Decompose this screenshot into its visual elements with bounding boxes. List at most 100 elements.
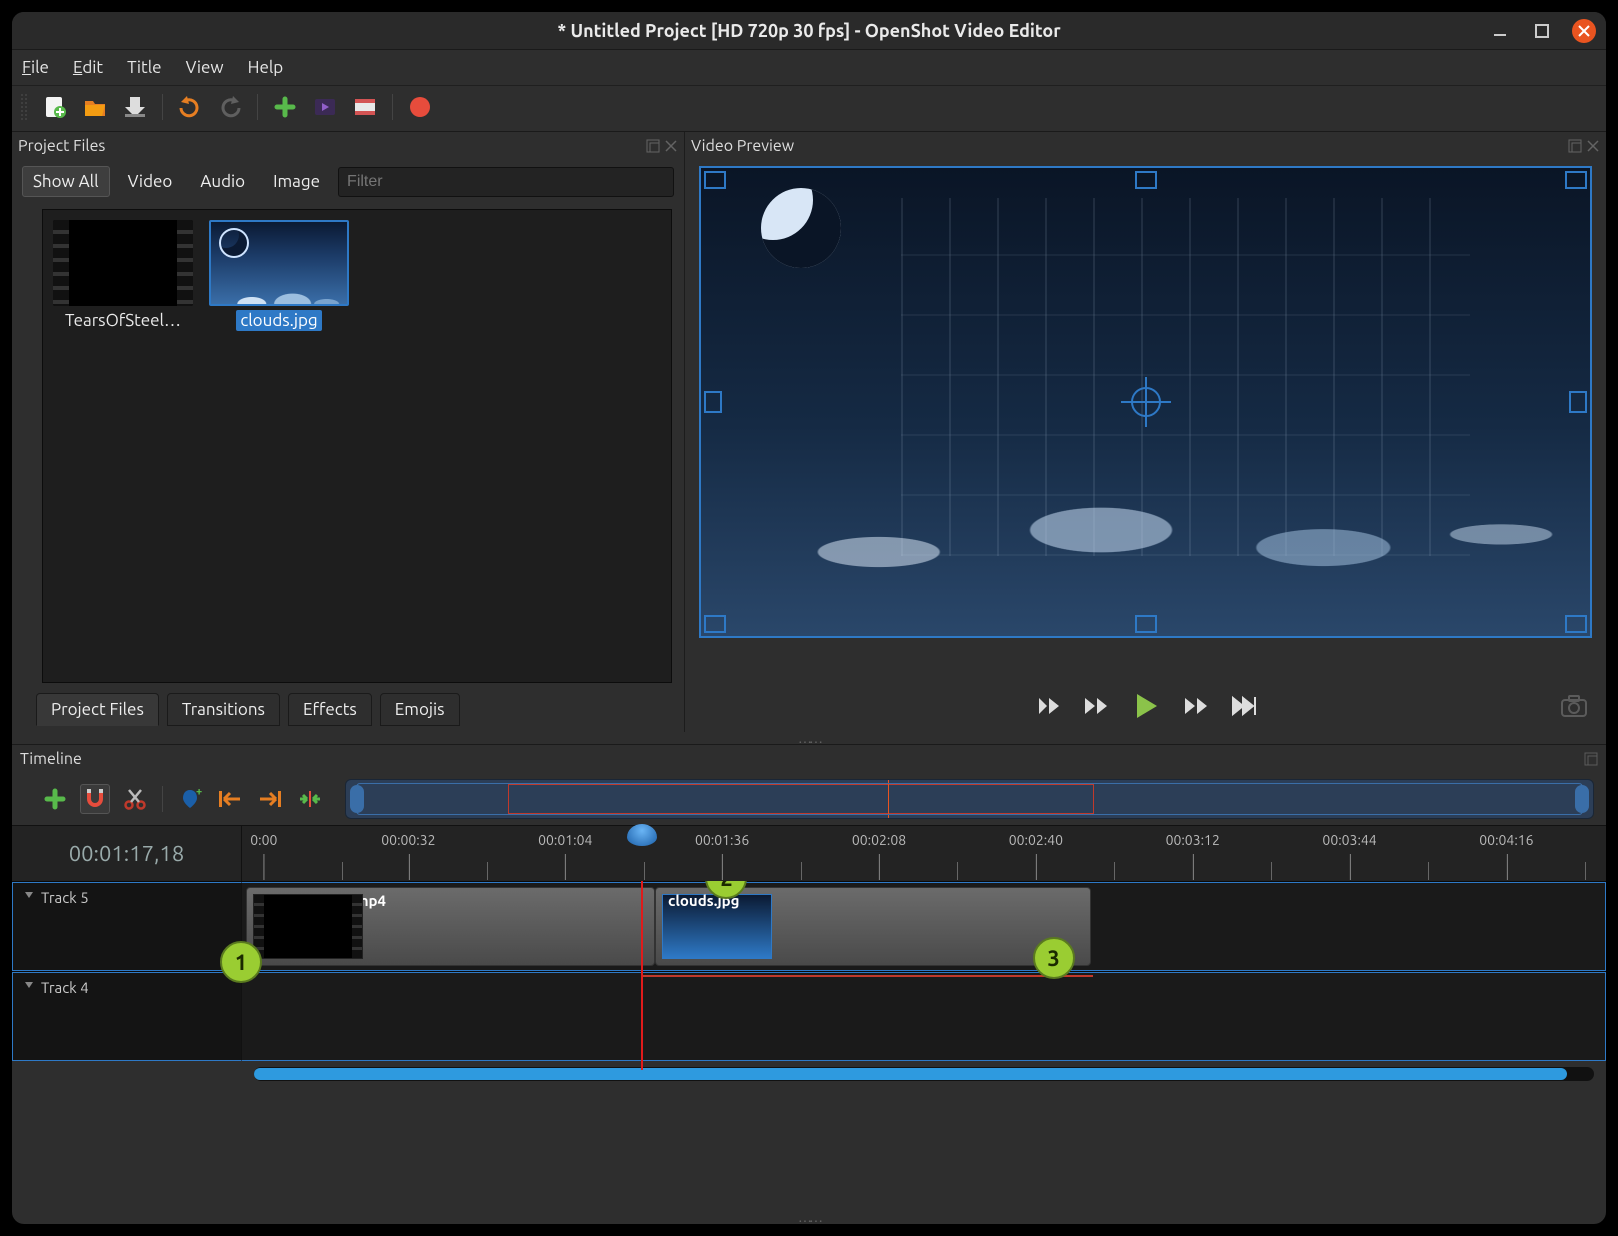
ruler-tick: 00:00:32 <box>381 832 435 848</box>
fullscreen-icon[interactable] <box>350 92 380 122</box>
snapshot-button[interactable] <box>1560 694 1588 718</box>
rewind-button[interactable] <box>1083 695 1109 717</box>
ruler-tick: 00:04:16 <box>1479 832 1533 848</box>
add-marker-icon[interactable]: + <box>175 784 205 814</box>
transform-handle[interactable] <box>1565 615 1587 633</box>
profile-icon[interactable] <box>310 92 340 122</box>
tab-project-files[interactable]: Project Files <box>36 693 159 726</box>
horizontal-splitter[interactable] <box>12 732 1606 744</box>
timeline-toolbar: + <box>12 773 1606 825</box>
transform-handle[interactable] <box>1135 171 1157 189</box>
razor-tool-icon[interactable] <box>120 784 150 814</box>
fast-forward-button[interactable] <box>1183 695 1209 717</box>
preview-canvas[interactable] <box>699 166 1592 638</box>
tab-transitions[interactable]: Transitions <box>167 693 280 726</box>
undo-icon[interactable] <box>175 92 205 122</box>
project-file-item[interactable]: TearsOfSteel… <box>53 220 193 331</box>
toolbar-grip[interactable] <box>20 93 28 121</box>
track-header[interactable]: Track 4 <box>12 972 242 1061</box>
play-button[interactable] <box>1131 691 1161 721</box>
menu-title[interactable]: Title <box>127 58 161 77</box>
filter-video-button[interactable]: Video <box>118 167 183 196</box>
project-files-title: Project Files <box>18 137 105 155</box>
annotation-callout: 3 <box>1033 937 1075 979</box>
menu-edit[interactable]: Edit <box>73 58 103 77</box>
track-row: Track 4 <box>12 971 1606 1061</box>
close-button[interactable] <box>1572 19 1596 43</box>
video-preview-header: Video Preview <box>685 132 1606 160</box>
snap-toggle-icon[interactable] <box>80 784 110 814</box>
left-panel-tabs: Project Files Transitions Effects Emojis <box>12 689 684 732</box>
close-panel-icon[interactable] <box>1586 139 1600 153</box>
new-project-icon[interactable] <box>40 92 70 122</box>
track-name-label: Track 5 <box>41 889 89 906</box>
open-project-icon[interactable] <box>80 92 110 122</box>
maximize-button[interactable] <box>1530 19 1554 43</box>
track-header[interactable]: Track 5 <box>12 882 242 971</box>
transform-center-icon[interactable] <box>1121 377 1171 427</box>
tab-emojis[interactable]: Emojis <box>380 693 460 726</box>
menu-view[interactable]: View <box>186 58 224 77</box>
center-playhead-icon[interactable] <box>295 784 325 814</box>
video-thumbnail-icon <box>53 220 193 306</box>
timeline-overview[interactable] <box>345 779 1594 819</box>
ruler-tick: 00:02:40 <box>1009 832 1063 848</box>
timeline-ruler[interactable]: 0:0000:00:3200:01:0400:01:3600:02:0800:0… <box>242 826 1606 881</box>
menu-help[interactable]: Help <box>248 58 284 77</box>
timeline-ruler-row: 00:01:17,18 0:0000:00:3200:01:0400:01:36… <box>12 825 1606 881</box>
previous-marker-icon[interactable] <box>215 784 245 814</box>
horizontal-splitter[interactable] <box>12 1210 1606 1224</box>
transform-handle[interactable] <box>1135 615 1157 633</box>
panel-header-icons <box>1568 139 1600 153</box>
jump-start-button[interactable] <box>1035 695 1061 717</box>
toolbar-separator <box>162 786 163 812</box>
detach-panel-icon[interactable] <box>1584 752 1598 766</box>
timeline-horizontal-scrollbar[interactable] <box>254 1067 1594 1081</box>
timeline-header: Timeline <box>12 745 1606 773</box>
overview-viewport[interactable] <box>356 783 1583 815</box>
transform-handle[interactable] <box>1565 171 1587 189</box>
ruler-tick: 00:03:12 <box>1166 832 1220 848</box>
tab-effects[interactable]: Effects <box>288 693 372 726</box>
collapse-track-icon[interactable] <box>23 889 35 901</box>
menubar: File Edit Title View Help <box>12 50 1606 86</box>
clip-thumbnail-icon <box>253 894 363 959</box>
project-files-area[interactable]: TearsOfSteel… clouds.jpg <box>42 209 672 683</box>
track-row: Track 5 TearsOfSteel.mp4 clouds.jpg 1 2 … <box>12 881 1606 971</box>
save-project-icon[interactable] <box>120 92 150 122</box>
annotation-callout: 1 <box>220 941 262 983</box>
jump-end-button[interactable] <box>1231 695 1257 717</box>
transform-handle[interactable] <box>704 391 722 413</box>
detach-panel-icon[interactable] <box>646 139 660 153</box>
detach-panel-icon[interactable] <box>1568 139 1582 153</box>
transform-handle[interactable] <box>1569 391 1587 413</box>
ruler-tick: 0:00 <box>250 832 277 848</box>
redo-icon[interactable] <box>215 92 245 122</box>
timeline-tracks: Track 5 TearsOfSteel.mp4 clouds.jpg 1 2 … <box>12 881 1606 1210</box>
scrollbar-thumb[interactable] <box>254 1068 1567 1080</box>
filter-input[interactable] <box>338 167 674 197</box>
project-file-item[interactable]: clouds.jpg <box>209 220 349 331</box>
export-video-icon[interactable] <box>405 92 435 122</box>
timeline-clip[interactable]: TearsOfSteel.mp4 <box>246 887 655 966</box>
next-marker-icon[interactable] <box>255 784 285 814</box>
project-files-panel: Project Files Show All Video Audio Image <box>12 132 684 732</box>
timeline-clip[interactable]: clouds.jpg <box>655 887 1091 966</box>
filter-image-button[interactable]: Image <box>263 167 330 196</box>
timeline-timecode[interactable]: 00:01:17,18 <box>12 826 242 881</box>
playhead-icon[interactable] <box>627 824 657 846</box>
collapse-track-icon[interactable] <box>23 979 35 991</box>
close-panel-icon[interactable] <box>664 139 678 153</box>
transform-handle[interactable] <box>704 615 726 633</box>
filter-show-all-button[interactable]: Show All <box>22 166 110 197</box>
transform-handle[interactable] <box>704 171 726 189</box>
track-lane[interactable] <box>242 972 1606 1061</box>
import-files-icon[interactable] <box>270 92 300 122</box>
menu-file[interactable]: File <box>22 58 49 77</box>
minimize-button[interactable] <box>1488 19 1512 43</box>
track-lane[interactable]: TearsOfSteel.mp4 clouds.jpg 1 2 3 <box>242 882 1606 971</box>
main-toolbar <box>12 86 1606 132</box>
add-track-icon[interactable] <box>40 784 70 814</box>
filter-audio-button[interactable]: Audio <box>190 167 255 196</box>
toolbar-separator <box>392 94 393 120</box>
